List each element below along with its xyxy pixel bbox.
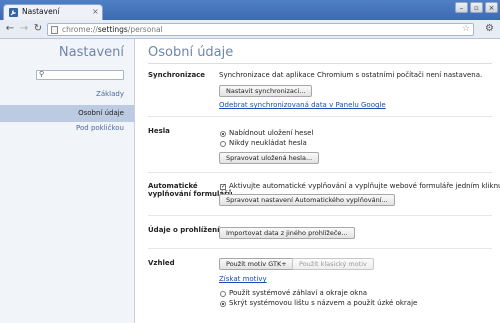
back-icon[interactable]: ←: [4, 23, 16, 35]
wrench-tab-icon: [9, 8, 18, 17]
tab-title: Nastavení: [22, 7, 60, 16]
sidebar: Nastavení ⚲ Základy Osobní údaje Pod pok…: [0, 39, 135, 323]
manage-autofill-button[interactable]: Spravovat nastavení Automatického vyplňo…: [219, 194, 395, 206]
page-icon: [51, 26, 58, 34]
url-text: chrome://settings/personal: [62, 25, 163, 34]
autofill-checkbox[interactable]: ✓: [220, 184, 226, 190]
toolbar: ← → ↻ chrome://settings/personal ☆ ⚙: [0, 20, 500, 39]
remove-sync-data-link[interactable]: Odebrat synchronizovaná data v Panelu Go…: [219, 101, 386, 109]
section-divider: [148, 172, 492, 173]
sidebar-item-personal[interactable]: Osobní údaje: [0, 105, 134, 122]
minimize-button[interactable]: –: [455, 2, 468, 13]
forward-icon[interactable]: →: [18, 23, 30, 35]
title-divider: [148, 63, 492, 64]
manage-passwords-button[interactable]: Spravovat uložená hesla...: [219, 152, 320, 164]
sync-status: Synchronizace dat aplikace Chromium s os…: [219, 71, 483, 79]
use-system-title-bar-radio[interactable]: [220, 291, 226, 297]
browsing-data-section-label: Údaje o prohlížení: [148, 226, 220, 234]
import-data-button[interactable]: Importovat data z jiného prohlížeče...: [219, 227, 355, 239]
sync-section-label: Synchronizace: [148, 71, 206, 79]
search-input[interactable]: ⚲: [36, 70, 124, 80]
close-window-button[interactable]: ×: [485, 2, 498, 13]
passwords-section-label: Hesla: [148, 127, 170, 135]
setup-sync-button[interactable]: Nastavit synchronizaci...: [219, 85, 313, 97]
main-content: Osobní údaje Synchronizace Synchronizace…: [136, 39, 500, 323]
sidebar-item-label: Osobní údaje: [78, 109, 124, 117]
use-gtk-theme-button[interactable]: Použít motiv GTK+: [219, 258, 294, 270]
sidebar-title: Nastavení: [58, 45, 124, 60]
maximize-button[interactable]: ▫: [470, 2, 483, 13]
reload-icon[interactable]: ↻: [32, 23, 44, 35]
appearance-section-label: Vzhled: [148, 259, 175, 267]
tab-close-icon[interactable]: ×: [92, 7, 99, 16]
omnibox[interactable]: chrome://settings/personal ☆: [47, 23, 474, 36]
section-divider: [148, 248, 492, 249]
never-save-passwords-radio[interactable]: [220, 141, 226, 147]
section-divider: [148, 116, 492, 117]
search-icon: ⚲: [39, 70, 45, 78]
wrench-menu-icon[interactable]: ⚙: [485, 23, 494, 34]
sidebar-item-basics[interactable]: Základy: [96, 90, 124, 98]
page-title: Osobní údaje: [148, 45, 234, 60]
section-divider: [148, 215, 492, 216]
tab-settings[interactable]: Nastavení ×: [3, 4, 103, 20]
get-themes-link[interactable]: Získat motivy: [219, 275, 267, 283]
sidebar-item-under-the-hood[interactable]: Pod pokličkou: [76, 124, 124, 132]
use-system-title-bar-label: Použít systémové záhlaví a okraje okna: [229, 289, 368, 297]
hide-system-title-bar-radio[interactable]: [220, 301, 226, 307]
use-classic-theme-button[interactable]: Použít klasický motiv: [292, 258, 374, 270]
star-icon[interactable]: ☆: [462, 24, 470, 34]
autofill-checkbox-label: Aktivujte automatické vyplňování a vyplň…: [229, 182, 500, 190]
offer-save-passwords-label: Nabídnout uložení hesel: [229, 129, 314, 137]
never-save-passwords-label: Nikdy neukládat hesla: [229, 139, 307, 147]
offer-save-passwords-radio[interactable]: [220, 131, 226, 137]
title-bar: Nastavení × – ▫ ×: [0, 0, 500, 20]
hide-system-title-bar-label: Skrýt systémovou lištu s názvem a použít…: [229, 299, 418, 307]
